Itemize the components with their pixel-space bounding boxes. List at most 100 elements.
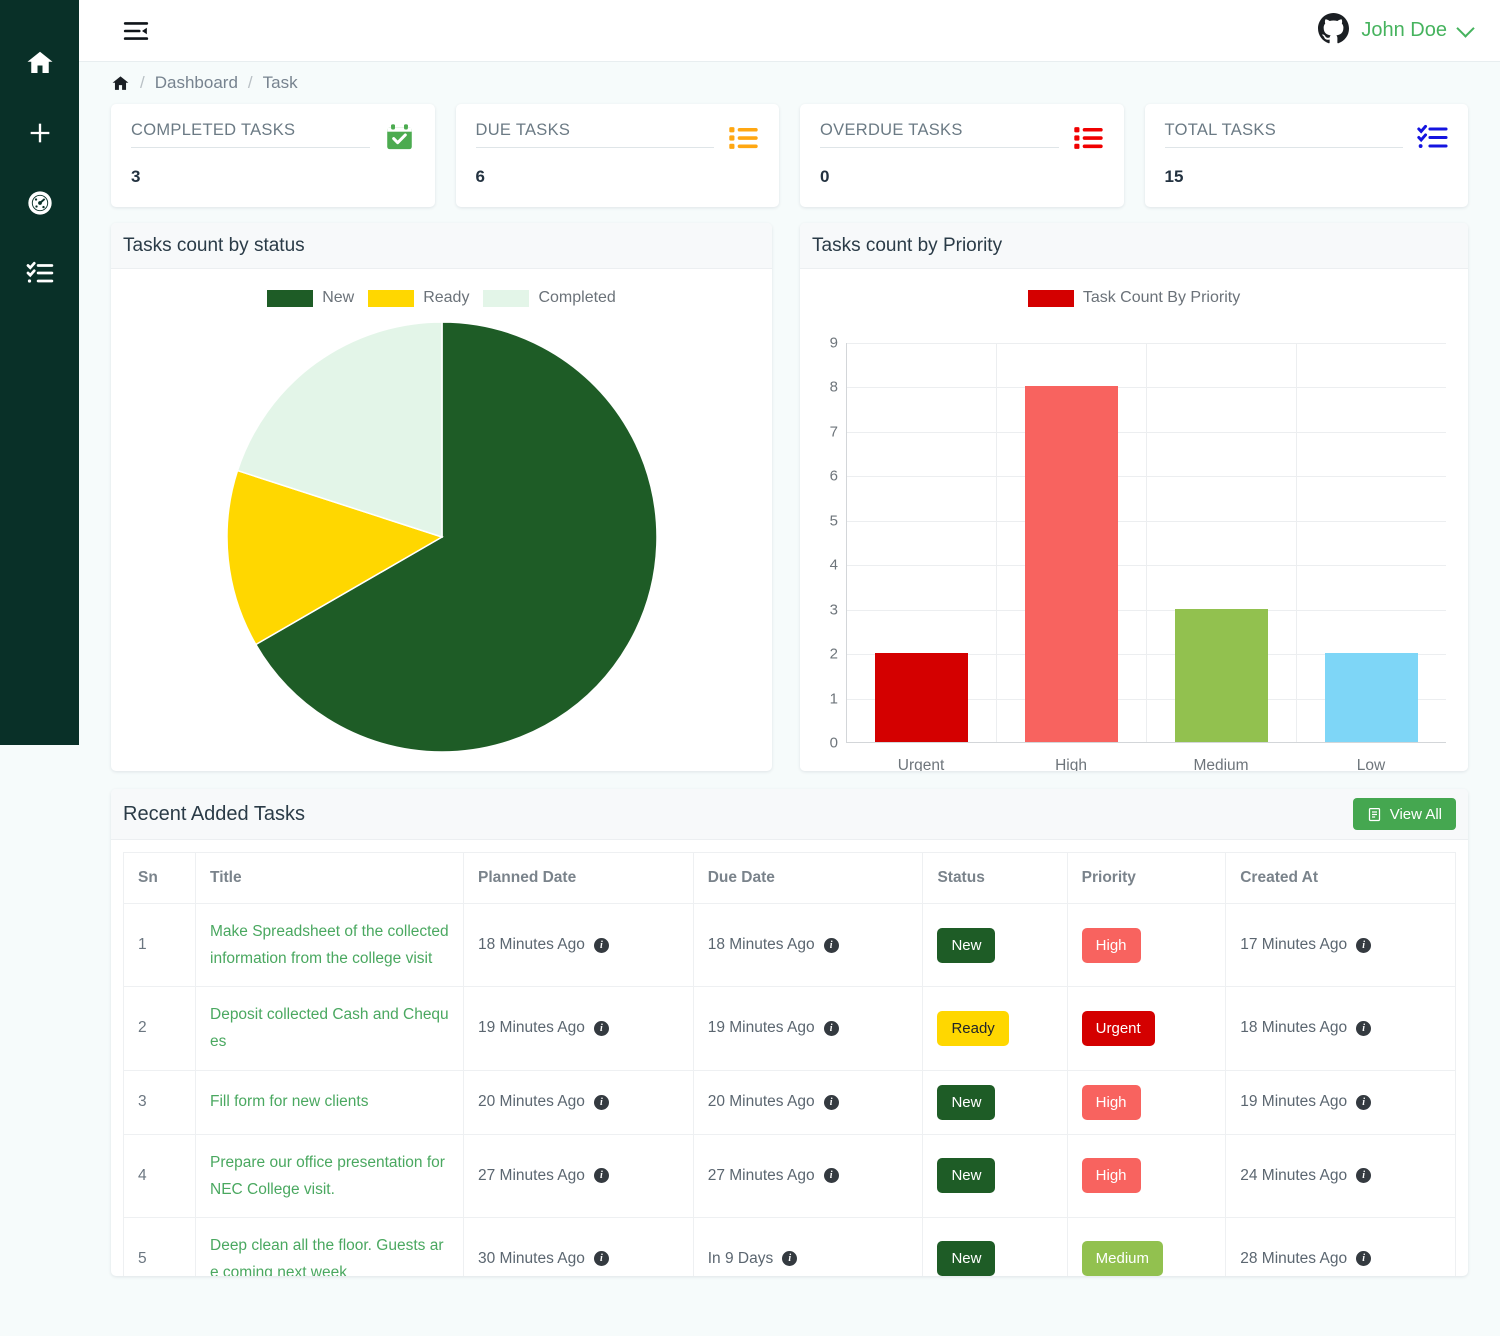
- cell-due-date: 19 Minutes Ago i: [692, 986, 924, 1071]
- info-icon[interactable]: i: [823, 1168, 839, 1184]
- cell-priority: High: [1066, 1133, 1227, 1218]
- legend-label: New: [322, 289, 355, 306]
- y-axis-line: [846, 343, 848, 743]
- cell-due-date: 20 Minutes Ago i: [692, 1069, 924, 1135]
- table-row: 4 Prepare our office presentation for NEC…: [123, 1133, 1456, 1218]
- cell-planned-date: 20 Minutes Ago i: [463, 1069, 694, 1135]
- date-value: 18 Minutes Ago i: [708, 936, 909, 954]
- user-name: John Doe: [1361, 19, 1447, 41]
- breadcrumb-separator-1: /: [140, 73, 145, 92]
- priority-badge: Urgent: [1081, 1010, 1155, 1046]
- info-icon[interactable]: i: [593, 1251, 609, 1267]
- sidebar: [0, 0, 79, 745]
- checklist-icon: [1417, 122, 1448, 158]
- status-badge: New: [937, 1158, 996, 1194]
- cell-created-at: 17 Minutes Ago i: [1225, 902, 1456, 988]
- stat-card-completed-tasks[interactable]: COMPLETED TASKS 3: [111, 104, 435, 207]
- sidebar-item-home[interactable]: [0, 28, 79, 98]
- date-text: In 9 Days: [707, 1249, 774, 1267]
- cell-title: Make Spreadsheet of the collected inform…: [195, 902, 464, 988]
- breadcrumb-home-icon[interactable]: [111, 74, 130, 93]
- cell-title: Deposit collected Cash and Cheques: [195, 986, 464, 1071]
- panel-body: Task Count By Priority 0 1 2 3 4 5 6 7 8 9 Urgent…: [800, 269, 1468, 771]
- table-row: 5 Deep clean all the floor. Guests are co…: [123, 1216, 1456, 1276]
- cell-sn: 4: [123, 1133, 196, 1218]
- bar-chart[interactable]: 0 1 2 3 4 5 6 7 8 9 Urgent High Medium Low: [800, 307, 1468, 771]
- topbar: John Doe: [79, 0, 1500, 62]
- cell-status: New: [922, 902, 1068, 988]
- stat-card-total-tasks[interactable]: TOTAL TASKS 15: [1144, 104, 1468, 207]
- cell-title: Fill form for new clients: [195, 1069, 464, 1135]
- table-body: 1 Make Spreadsheet of the collected infor…: [123, 902, 1456, 1276]
- table-header: Sn Title Planned Date Due Date Status Priorit…: [123, 852, 1456, 904]
- stat-value: 15: [1164, 167, 1184, 186]
- info-icon[interactable]: i: [593, 1168, 609, 1184]
- legend-item-new[interactable]: New: [267, 289, 354, 307]
- column-header-created-at: Created At: [1225, 852, 1456, 904]
- pie-legend: New Ready Completed: [111, 269, 772, 307]
- task-title-link[interactable]: Deep clean all the floor. Guests are com…: [210, 1237, 444, 1276]
- info-icon[interactable]: i: [1356, 1020, 1372, 1036]
- bar-high[interactable]: [1024, 386, 1118, 742]
- sidebar-item-tasks[interactable]: [0, 238, 79, 308]
- table-row: 1 Make Spreadsheet of the collected infor…: [123, 902, 1456, 988]
- info-icon[interactable]: i: [1356, 1251, 1372, 1267]
- stat-title: DUE TASKS: [475, 121, 714, 148]
- info-icon[interactable]: i: [823, 1094, 839, 1110]
- column-header-priority: Priority: [1066, 852, 1227, 904]
- legend-label: Ready: [423, 289, 470, 306]
- info-icon[interactable]: i: [1356, 1168, 1372, 1184]
- bar-medium[interactable]: [1174, 608, 1268, 742]
- legend-item-task-count-by-priority[interactable]: Task Count By Priority: [1027, 289, 1240, 307]
- table-row: 2 Deposit collected Cash and Cheques 19 Mi…: [123, 986, 1456, 1071]
- date-value: 18 Minutes Ago i: [478, 936, 679, 954]
- info-icon[interactable]: i: [593, 1094, 609, 1110]
- tasks-by-status-panel: Tasks count by status New Ready Complete…: [111, 223, 773, 771]
- date-text: 27 Minutes Ago: [707, 1166, 815, 1184]
- x-tick-label: Low: [1356, 757, 1386, 771]
- menu-fold-icon[interactable]: [123, 18, 149, 44]
- panel-title: Tasks count by Priority: [812, 234, 1003, 256]
- table-scroll-area[interactable]: Sn Title Planned Date Due Date Status Priorit…: [111, 840, 1468, 1276]
- y-tick-label: 3: [829, 601, 839, 619]
- table-row: 3 Fill form for new clients 20 Minutes Ago…: [123, 1069, 1456, 1135]
- info-icon[interactable]: i: [593, 1020, 609, 1036]
- task-title-link[interactable]: Fill form for new clients: [210, 1093, 368, 1110]
- cell-planned-date: 27 Minutes Ago i: [463, 1133, 694, 1218]
- task-title-link[interactable]: Deposit collected Cash and Cheques: [210, 1006, 449, 1050]
- stat-card-overdue-tasks[interactable]: OVERDUE TASKS 0: [800, 104, 1124, 207]
- info-icon[interactable]: i: [782, 1251, 798, 1267]
- bar-urgent[interactable]: [874, 653, 968, 742]
- cell-planned-date: 30 Minutes Ago i: [463, 1216, 694, 1276]
- task-title-link[interactable]: Prepare our office presentation for NEC …: [210, 1154, 445, 1198]
- pie-chart[interactable]: [111, 317, 772, 757]
- stat-value: 3: [131, 167, 141, 186]
- breadcrumb: / Dashboard / Task: [99, 62, 1480, 104]
- breadcrumb-item-task[interactable]: Task: [263, 73, 298, 93]
- sidebar-item-add[interactable]: [0, 98, 79, 168]
- breadcrumb-item-dashboard[interactable]: Dashboard: [155, 73, 238, 93]
- stat-title: OVERDUE TASKS: [820, 121, 1059, 148]
- column-header-due-date: Due Date: [692, 852, 924, 904]
- info-icon[interactable]: i: [593, 937, 609, 953]
- user-menu[interactable]: John Doe: [1318, 12, 1475, 49]
- plus-icon: [26, 119, 54, 147]
- bar-low[interactable]: [1324, 653, 1418, 742]
- sidebar-item-dashboard[interactable]: [0, 168, 79, 238]
- date-text: 28 Minutes Ago: [1240, 1249, 1348, 1267]
- date-text: 20 Minutes Ago: [707, 1093, 815, 1110]
- stat-card-due-tasks[interactable]: DUE TASKS 6: [455, 104, 779, 207]
- legend-item-completed[interactable]: Completed: [483, 289, 616, 307]
- legend-swatch: [483, 289, 530, 307]
- info-icon[interactable]: i: [1356, 937, 1372, 953]
- info-icon[interactable]: i: [823, 1020, 839, 1036]
- date-value: 27 Minutes Ago i: [478, 1167, 679, 1185]
- view-all-button[interactable]: View All: [1352, 798, 1456, 830]
- priority-badge: High: [1081, 1084, 1141, 1120]
- task-title-link[interactable]: Make Spreadsheet of the collected inform…: [210, 923, 449, 967]
- info-icon[interactable]: i: [1356, 1094, 1372, 1110]
- info-icon[interactable]: i: [823, 937, 839, 953]
- date-value: 19 Minutes Ago i: [708, 1019, 909, 1037]
- cell-priority: High: [1066, 902, 1227, 988]
- legend-item-ready[interactable]: Ready: [368, 289, 469, 307]
